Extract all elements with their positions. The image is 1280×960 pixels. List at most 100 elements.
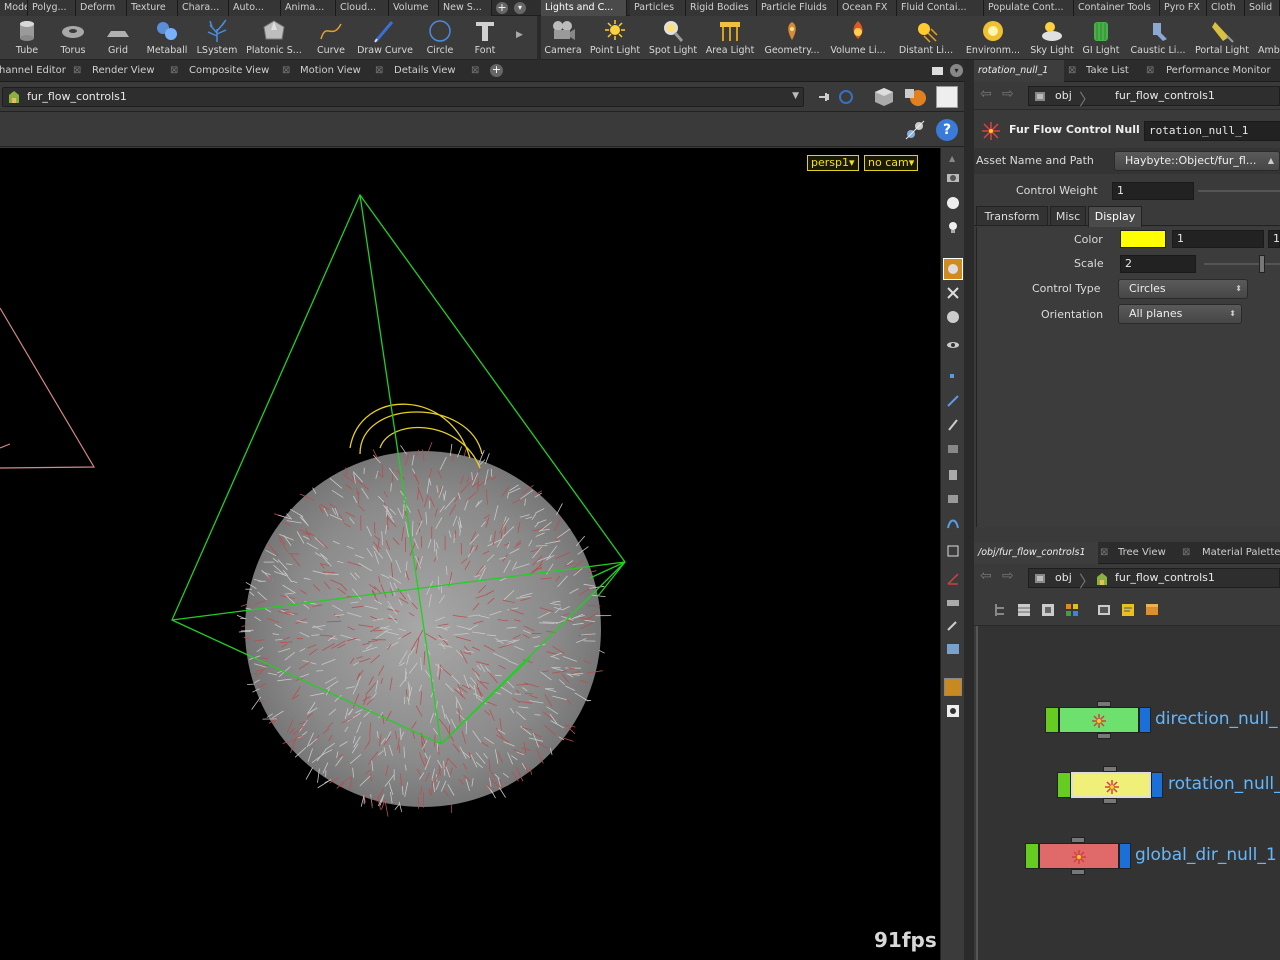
light-bulb-icon[interactable] xyxy=(946,220,960,234)
viewport-path-field[interactable]: fur_flow_controls1 ▼ xyxy=(2,87,804,107)
view-eye-icon[interactable] xyxy=(946,704,960,718)
tab-tree-view[interactable]: Tree View xyxy=(1114,542,1170,564)
point-display-icon[interactable] xyxy=(950,374,954,378)
link-icon[interactable] xyxy=(838,89,854,105)
tab-network-view[interactable]: /obj/fur_flow_controls1 xyxy=(974,542,1098,564)
tree-layout-icon[interactable] xyxy=(992,602,1008,618)
shelf-tab-ocean-fx[interactable]: Ocean FX xyxy=(838,0,897,16)
control-weight-slider[interactable] xyxy=(1198,190,1280,192)
shelf-tab-polygon[interactable]: Polyg... xyxy=(28,0,76,16)
shelf-tab-populate-containers[interactable]: Populate Cont... xyxy=(984,0,1074,16)
xyz-axes-icon[interactable] xyxy=(946,572,960,586)
subtab-display[interactable]: Display xyxy=(1088,206,1142,227)
bounding-box-icon[interactable] xyxy=(946,544,960,558)
scene-viewport[interactable]: persp1▾ no cam▾ 91fps xyxy=(0,148,940,960)
layout-grid-icon[interactable] xyxy=(944,678,962,696)
tool-caustic-light[interactable]: Caustic Li... xyxy=(1129,16,1187,60)
close-tab-icon[interactable]: ⊠ xyxy=(1068,60,1076,82)
text-labels-icon[interactable] xyxy=(946,596,960,610)
pane-splitter[interactable] xyxy=(964,60,974,960)
close-tab-icon[interactable]: ⊠ xyxy=(471,60,479,82)
guide-curve-icon[interactable] xyxy=(946,516,960,530)
subtab-transform[interactable]: Transform xyxy=(976,206,1048,226)
node-display-flag[interactable] xyxy=(1045,707,1059,733)
path-root[interactable]: obj xyxy=(1055,89,1072,102)
tool-spot-light[interactable]: Spot Light xyxy=(644,16,702,60)
subtab-misc[interactable]: Misc xyxy=(1050,206,1086,226)
tool-distant-light[interactable]: Distant Li... xyxy=(897,16,955,60)
node-render-flag[interactable] xyxy=(1139,707,1151,733)
tool-platonic-solids[interactable]: Platonic S... xyxy=(245,16,303,60)
shelf-tab-animation[interactable]: Anima... xyxy=(281,0,336,16)
sticky-note-icon[interactable] xyxy=(1120,602,1136,618)
tab-parameters[interactable]: rotation_null_1 xyxy=(974,60,1064,82)
asset-dropdown[interactable]: Haybyte::Object/fur_fl... ▲ xyxy=(1114,151,1280,171)
tab-channel-editor[interactable]: Channel Editor xyxy=(0,60,66,82)
shelf-tab-rigid-bodies[interactable]: Rigid Bodies xyxy=(686,0,757,16)
shelf-tab-model[interactable]: Model xyxy=(0,0,28,16)
tool-environment-light[interactable]: Environm... xyxy=(964,16,1022,60)
tool-curve[interactable]: Curve xyxy=(302,16,360,60)
tool-camera[interactable]: Camera xyxy=(534,16,592,60)
tab-details-view[interactable]: Details View xyxy=(390,60,466,82)
node-name-field[interactable]: rotation_null_1 xyxy=(1144,121,1280,141)
node-body[interactable] xyxy=(1059,707,1139,733)
shading-mode-icon[interactable] xyxy=(903,86,927,108)
tab-performance-monitor[interactable]: Performance Monitor xyxy=(1162,60,1280,82)
tool-point-light[interactable]: Point Light xyxy=(586,16,644,60)
shelf-tab-fluid-containers[interactable]: Fluid Contai... xyxy=(897,0,984,16)
shelf-tab-cloth[interactable]: Cloth xyxy=(1207,0,1245,16)
transform-icon[interactable] xyxy=(946,286,960,300)
shelf-tab-texture[interactable]: Texture xyxy=(127,0,178,16)
path-node[interactable]: fur_flow_controls1 xyxy=(1115,89,1215,102)
shelf-tab-volume[interactable]: Volume xyxy=(389,0,439,16)
tab-take-list[interactable]: Take List xyxy=(1082,60,1142,82)
shading-sphere-icon[interactable] xyxy=(946,310,960,324)
shelf-tab-container-tools[interactable]: Container Tools xyxy=(1074,0,1160,16)
display-options-icon[interactable] xyxy=(904,119,926,141)
tab-motion-view[interactable]: Motion View xyxy=(296,60,370,82)
camera-select-menu[interactable]: no cam▾ xyxy=(864,155,919,171)
back-arrow-icon[interactable]: ⇦ xyxy=(980,86,992,102)
background-image-icon[interactable] xyxy=(946,642,960,656)
close-tab-icon[interactable]: ⊠ xyxy=(170,60,178,82)
node-render-flag[interactable] xyxy=(1151,772,1163,798)
add-shelf-icon[interactable]: + xyxy=(496,2,508,14)
add-pane-tab-icon[interactable]: + xyxy=(490,64,503,77)
close-tab-icon[interactable]: ⊠ xyxy=(1146,60,1154,82)
shelf-tab-particles[interactable]: Particles xyxy=(630,0,686,16)
close-tab-icon[interactable]: ⊠ xyxy=(1100,542,1108,564)
path-node[interactable]: fur_flow_controls1 xyxy=(1115,571,1215,584)
tool-ambient-light[interactable]: Amb xyxy=(1250,16,1280,60)
control-type-dropdown[interactable]: Circles ⬍ xyxy=(1118,279,1248,299)
background-toggle-icon[interactable] xyxy=(936,86,958,108)
close-tab-icon[interactable]: ⊠ xyxy=(73,60,81,82)
tab-render-view[interactable]: Render View xyxy=(88,60,164,82)
network-path-field[interactable]: obj 〉 fur_flow_controls1 xyxy=(1028,568,1280,591)
active-tool-highlight[interactable] xyxy=(943,258,963,280)
camera-persp-menu[interactable]: persp1▾ xyxy=(807,155,859,171)
shelf-tab-cloud[interactable]: Cloud... xyxy=(336,0,389,16)
forward-arrow-icon[interactable]: ⇨ xyxy=(1002,86,1014,102)
close-tab-icon[interactable]: ⊠ xyxy=(375,60,383,82)
control-weight-field[interactable]: 1 xyxy=(1112,182,1194,200)
subnet-box-icon[interactable] xyxy=(1144,602,1160,618)
help-icon[interactable]: ? xyxy=(936,119,958,141)
forward-arrow-icon[interactable]: ⇨ xyxy=(1002,568,1014,584)
scale-slider[interactable] xyxy=(1204,255,1280,273)
tool-area-light[interactable]: Area Light xyxy=(701,16,759,60)
object-mode-icon[interactable] xyxy=(873,86,895,108)
network-box-icon[interactable] xyxy=(1096,602,1112,618)
shelf-tab-deform[interactable]: Deform xyxy=(76,0,127,16)
orientation-dropdown[interactable]: All planes ⬍ xyxy=(1118,304,1242,324)
prim-numbers-icon[interactable] xyxy=(946,468,960,482)
shelf-tab-pyro-fx[interactable]: Pyro FX xyxy=(1160,0,1207,16)
shelf-scroll-right-icon[interactable]: ▶ xyxy=(516,30,523,40)
scale-slider-knob[interactable] xyxy=(1258,255,1265,273)
visibility-eye-icon[interactable] xyxy=(946,338,960,352)
list-view-icon[interactable] xyxy=(1016,602,1032,618)
close-tab-icon[interactable]: ⊠ xyxy=(1182,542,1190,564)
node-display-flag[interactable] xyxy=(1057,772,1071,798)
back-arrow-icon[interactable]: ⇦ xyxy=(980,568,992,584)
shelf-tab-lights-cameras[interactable]: Lights and C... xyxy=(541,0,627,16)
